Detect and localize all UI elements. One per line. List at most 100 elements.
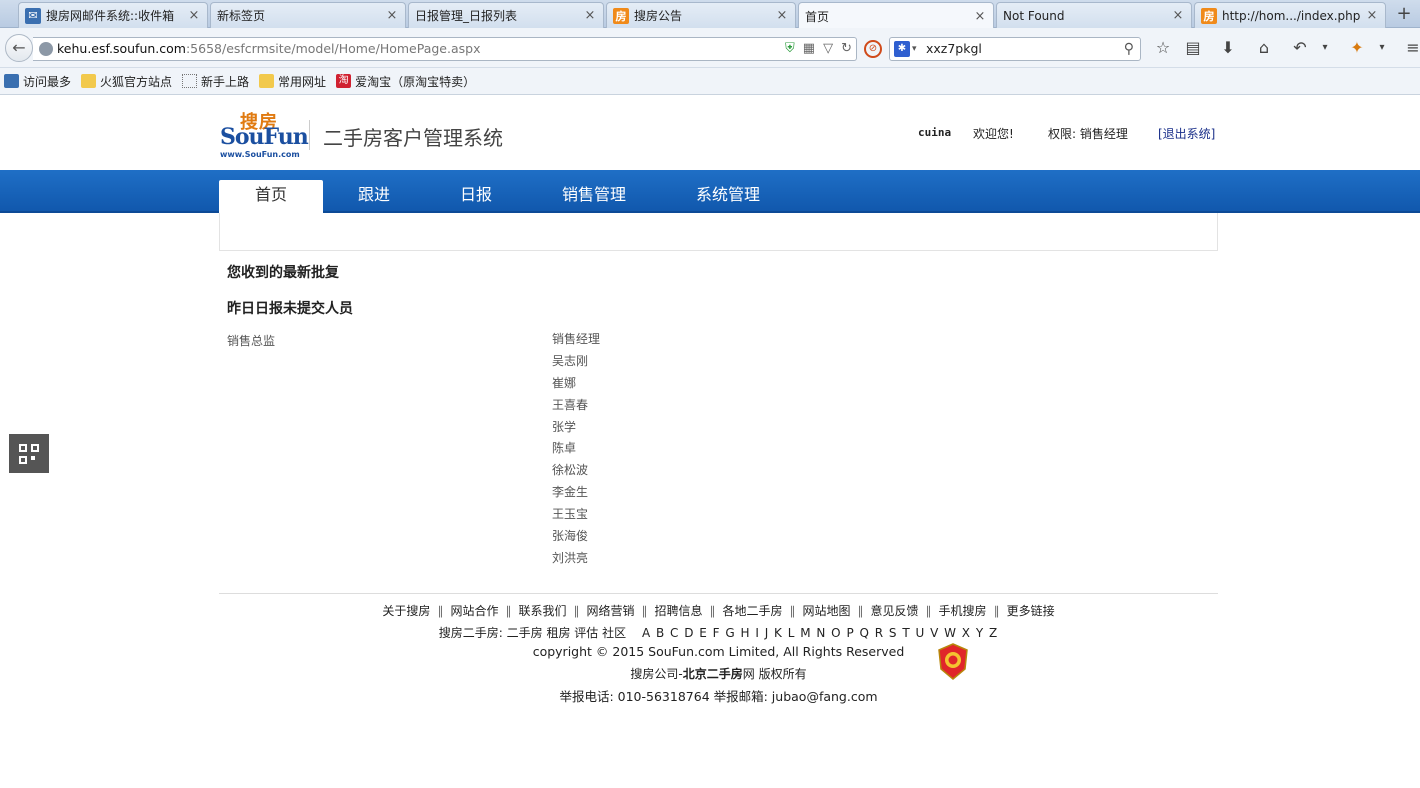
footer-link[interactable]: 网站地图	[803, 604, 851, 618]
bookmark-label: 火狐官方站点	[100, 74, 173, 89]
browser-tab-active[interactable]: 首页 ×	[798, 2, 994, 29]
company-bold[interactable]: 北京二手房	[683, 667, 743, 681]
baidu-paw-icon[interactable]: ✱	[894, 41, 910, 57]
bookmark-item[interactable]: 淘 爱淘宝（原淘宝特卖）	[336, 73, 475, 90]
taobao-icon: 淘	[336, 74, 352, 88]
browser-tab[interactable]: 日报管理_日报列表 ×	[408, 2, 604, 28]
report-contact: 举报电话: 010-56318764 举报邮箱: jubao@fang.com	[559, 689, 878, 704]
dropdown-icon[interactable]: ▽	[823, 38, 833, 60]
new-tab-button[interactable]: +	[1392, 4, 1416, 26]
page-content: 搜房 SouFun www.SouFun.com 二手房客户管理系统 cuina…	[0, 96, 1420, 788]
nav-item-sales-management[interactable]: 销售管理	[548, 180, 640, 213]
separator: ∥	[789, 604, 796, 618]
list-item: 陈卓	[552, 441, 577, 456]
list-item: 张学	[552, 419, 577, 434]
close-icon[interactable]: ×	[1171, 8, 1185, 23]
close-icon[interactable]: ×	[775, 8, 789, 23]
bookmark-item[interactable]: 新手上路	[182, 73, 249, 90]
reload-icon[interactable]: ↻	[841, 38, 852, 60]
nav-item-followup[interactable]: 跟进	[338, 180, 410, 213]
nav-item-daily-report[interactable]: 日报	[440, 180, 512, 213]
chevron-down-icon[interactable]: ▾	[912, 38, 917, 60]
separator: ∥	[993, 604, 1000, 618]
soufun-logo[interactable]: 搜房 SouFun www.SouFun.com	[220, 108, 309, 159]
download-icon[interactable]: ⬇	[1216, 37, 1240, 59]
chevron-down-icon[interactable]: ▾	[1313, 37, 1337, 59]
close-icon[interactable]: ×	[1365, 8, 1379, 23]
company-suffix: 网 版权所有	[742, 667, 807, 681]
close-icon[interactable]: ×	[187, 8, 201, 23]
qr-code-button[interactable]	[9, 434, 49, 473]
browser-tab[interactable]: 房 http://hom.../index.php ×	[1194, 2, 1386, 28]
browser-tab[interactable]: 新标签页 ×	[210, 2, 406, 28]
url-host: kehu.esf.soufun.com	[57, 41, 186, 56]
footer-link[interactable]: 意见反馈	[871, 604, 919, 618]
chevron-down-icon[interactable]: ▾	[1370, 37, 1394, 59]
shield-icon[interactable]: ⛨	[785, 38, 795, 60]
nav-item-system-management[interactable]: 系统管理	[682, 180, 774, 213]
list-item: 李金生	[552, 485, 589, 500]
url-path: :5658/esfcrmsite/model/Home/HomePage.asp…	[185, 41, 481, 56]
browser-tab[interactable]: Not Found ×	[996, 2, 1192, 28]
footer-link[interactable]: 网络营销	[586, 604, 634, 618]
separator: ∥	[437, 604, 444, 618]
latest-replies-title: 您收到的最新批复	[227, 265, 339, 281]
search-bar[interactable]: ✱ ▾ xxz7pkgl ⚲	[889, 37, 1141, 61]
close-icon[interactable]: ×	[583, 8, 597, 23]
list-item: 王喜春	[552, 397, 589, 412]
menu-icon[interactable]: ≡	[1401, 37, 1420, 59]
list-item: 徐松波	[552, 463, 589, 478]
addon-icon[interactable]: ✦	[1345, 37, 1369, 59]
tab-title: 新标签页	[217, 9, 266, 23]
list-item: 刘洪亮	[552, 550, 589, 565]
list-item: 吴志刚	[552, 353, 589, 368]
list-item: 张海俊	[552, 529, 589, 544]
logo-en-text: SouFun	[220, 124, 309, 150]
separator: ∥	[857, 604, 864, 618]
undo-icon[interactable]: ↶	[1288, 37, 1312, 59]
footer-link[interactable]: 网站合作	[450, 604, 498, 618]
nav-item-home[interactable]: 首页	[219, 180, 323, 213]
footer-link[interactable]: 关于搜房	[382, 604, 430, 618]
police-badge-icon[interactable]	[937, 643, 969, 681]
browser-nav-bar: ← kehu.esf.soufun.com:5658/esfcrmsite/mo…	[0, 28, 1420, 68]
close-icon[interactable]: ×	[973, 9, 987, 24]
bookmark-label: 访问最多	[23, 74, 72, 89]
alphabet-links[interactable]: A B C D E F G H I J K L M N O P Q R S T …	[642, 626, 998, 640]
footer-link[interactable]: 更多链接	[1007, 604, 1055, 618]
separator: ∥	[709, 604, 716, 618]
reading-list-icon[interactable]: ▤	[1181, 37, 1205, 59]
cities-links[interactable]: 二手房 租房 评估 社区	[507, 626, 626, 640]
fang-icon: 房	[1201, 7, 1217, 24]
sales-director-label: 销售总监	[227, 334, 276, 348]
home-icon[interactable]: ⌂	[1252, 37, 1276, 59]
divider	[309, 120, 310, 150]
footer-link[interactable]: 联系我们	[518, 604, 566, 618]
footer-divider	[219, 593, 1218, 594]
copyright-text: copyright © 2015 SouFun.com Limited, All…	[532, 644, 905, 659]
footer-link[interactable]: 手机搜房	[939, 604, 987, 618]
bookmark-label: 新手上路	[201, 74, 250, 89]
search-input[interactable]: xxz7pkgl	[926, 41, 982, 56]
adblock-icon[interactable]: ⊘	[864, 40, 882, 58]
bookmark-star-icon[interactable]: ☆	[1151, 37, 1175, 59]
qr-code-icon[interactable]: ▦	[803, 38, 815, 60]
close-icon[interactable]: ×	[385, 8, 399, 23]
browser-tab[interactable]: 房 搜房公告 ×	[606, 2, 796, 28]
bookmark-item[interactable]: 访问最多	[4, 73, 71, 90]
fang-icon: 房	[613, 7, 629, 24]
bookmark-item[interactable]: 火狐官方站点	[81, 73, 172, 90]
footer-link[interactable]: 各地二手房	[723, 604, 783, 618]
footer-link[interactable]: 招聘信息	[654, 604, 702, 618]
logout-link[interactable]: [退出系统]	[1158, 125, 1215, 142]
url-bar[interactable]: kehu.esf.soufun.com:5658/esfcrmsite/mode…	[33, 37, 857, 61]
mail-icon: ✉	[25, 7, 41, 24]
bookmark-label: 爱淘宝（原淘宝特卖）	[355, 74, 476, 89]
search-icon[interactable]: ⚲	[1124, 38, 1134, 60]
page-title: 二手房客户管理系统	[323, 126, 503, 150]
separator: ∥	[505, 604, 512, 618]
browser-tab[interactable]: ✉ 搜房网邮件系统::收件箱 ×	[18, 2, 208, 28]
back-button[interactable]: ←	[5, 34, 33, 62]
bookmark-item[interactable]: 常用网址	[259, 73, 326, 90]
tab-title: 搜房网邮件系统::收件箱	[46, 9, 175, 23]
